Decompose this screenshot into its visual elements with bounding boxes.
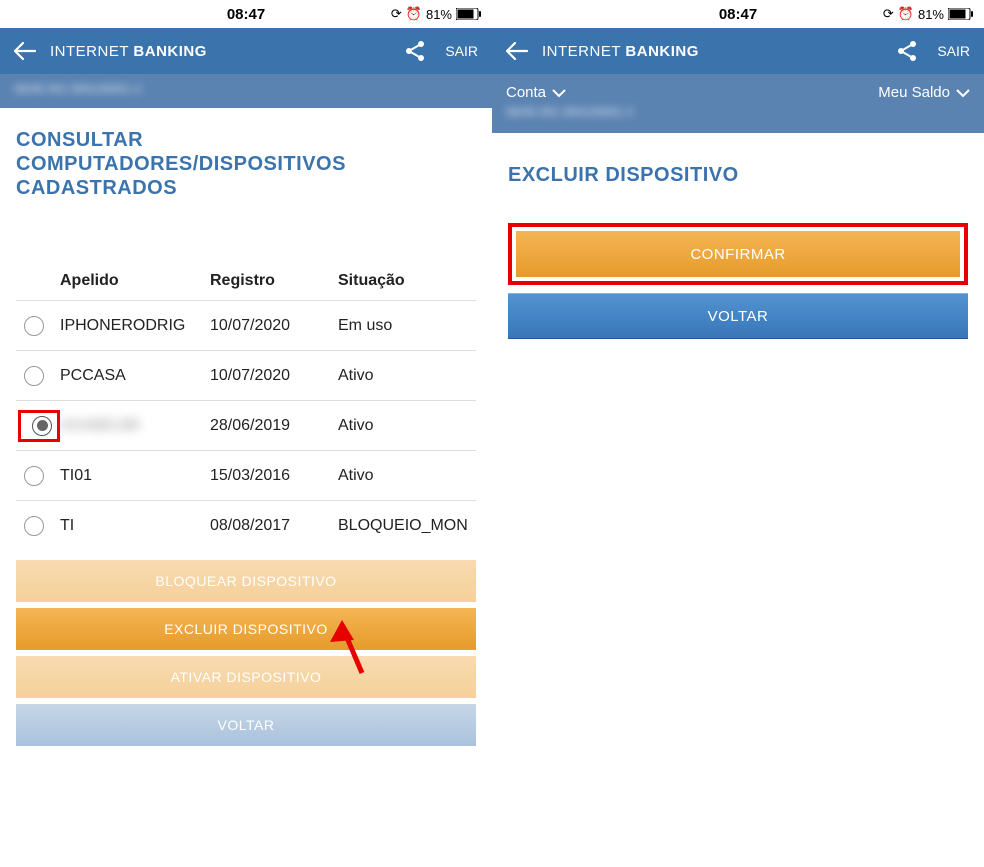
table-row[interactable]: PCCASA 10/07/2020 Ativo xyxy=(16,350,476,400)
radio-button[interactable] xyxy=(24,516,44,536)
confirmar-button[interactable]: CONFIRMAR xyxy=(516,231,960,277)
app-header: INTERNET BANKING SAIR xyxy=(0,28,492,74)
ativar-button[interactable]: ATIVAR DISPOSITIVO xyxy=(16,656,476,698)
cell-apelido: TI xyxy=(60,517,210,535)
cell-apelido: PCCASA xyxy=(60,367,210,385)
th-apelido: Apelido xyxy=(60,272,210,290)
cell-registro: 15/03/2016 xyxy=(210,467,338,485)
voltar-button[interactable]: VOLTAR xyxy=(508,293,968,339)
radio-button[interactable] xyxy=(24,466,44,486)
account-number: 06/45 001 000130001·2 xyxy=(14,82,141,96)
th-registro: Registro xyxy=(210,272,338,290)
radio-button[interactable] xyxy=(32,416,52,436)
balance-dropdown[interactable]: Meu Saldo xyxy=(878,84,970,101)
chevron-down-icon xyxy=(956,88,970,98)
lock-rotation-icon: ⟳ xyxy=(883,6,894,22)
lock-rotation-icon: ⟳ xyxy=(391,6,402,22)
status-bar: 08:47 ⟳ ⏰ 81% xyxy=(492,0,984,28)
account-number: 06/45 001 000130001·2 xyxy=(506,105,633,119)
cell-registro: 10/07/2020 xyxy=(210,317,338,335)
sair-link[interactable]: SAIR xyxy=(937,43,970,59)
header-title: INTERNET BANKING xyxy=(50,43,207,60)
cell-apelido: ASABEUBI xyxy=(60,417,210,435)
sub-header: Conta 06/45 001 000130001·2 Meu Saldo xyxy=(492,74,984,133)
excluir-button[interactable]: EXCLUIR DISPOSITIVO xyxy=(16,608,476,650)
table-row[interactable]: TI 08/08/2017 BLOQUEIO_MON xyxy=(16,500,476,550)
share-icon[interactable] xyxy=(895,39,919,63)
battery-percent: 81% xyxy=(918,7,944,22)
radio-highlight xyxy=(18,410,60,442)
th-situacao: Situação xyxy=(338,272,476,290)
cell-registro: 28/06/2019 xyxy=(210,417,338,435)
alarm-icon: ⏰ xyxy=(406,6,422,22)
table-header: Apelido Registro Situação xyxy=(16,260,476,300)
button-highlight: CONFIRMAR xyxy=(508,223,968,285)
table-row[interactable]: TI01 15/03/2016 Ativo xyxy=(16,450,476,500)
radio-button[interactable] xyxy=(24,366,44,386)
cell-registro: 10/07/2020 xyxy=(210,367,338,385)
back-icon[interactable] xyxy=(506,42,528,60)
status-time: 08:47 xyxy=(227,6,265,23)
status-bar: 08:47 ⟳ ⏰ 81% xyxy=(0,0,492,28)
account-dropdown[interactable]: Conta xyxy=(506,84,633,101)
table-row[interactable]: IPHONERODRIG 10/07/2020 Em uso xyxy=(16,300,476,350)
status-time: 08:47 xyxy=(719,6,757,23)
bloquear-button[interactable]: BLOQUEAR DISPOSITIVO xyxy=(16,560,476,602)
radio-button[interactable] xyxy=(24,316,44,336)
cell-situacao: Ativo xyxy=(338,417,476,435)
table-row[interactable]: ASABEUBI 28/06/2019 Ativo xyxy=(16,400,476,450)
back-icon[interactable] xyxy=(14,42,36,60)
cell-apelido: TI01 xyxy=(60,467,210,485)
cell-situacao: Em uso xyxy=(338,317,476,335)
cell-situacao: Ativo xyxy=(338,467,476,485)
battery-icon xyxy=(948,8,974,20)
cell-situacao: Ativo xyxy=(338,367,476,385)
arrow-annotation-icon xyxy=(312,618,372,678)
cell-apelido: IPHONERODRIG xyxy=(60,317,210,335)
header-title: INTERNET BANKING xyxy=(542,43,699,60)
sub-header: 06/45 001 000130001·2 xyxy=(0,74,492,108)
sair-link[interactable]: SAIR xyxy=(445,43,478,59)
battery-percent: 81% xyxy=(426,7,452,22)
voltar-button[interactable]: VOLTAR xyxy=(16,704,476,746)
alarm-icon: ⏰ xyxy=(898,6,914,22)
app-header: INTERNET BANKING SAIR xyxy=(492,28,984,74)
page-title: EXCLUIR DISPOSITIVO xyxy=(508,163,968,187)
chevron-down-icon xyxy=(552,88,566,98)
cell-situacao: BLOQUEIO_MON xyxy=(338,517,476,535)
battery-icon xyxy=(456,8,482,20)
share-icon[interactable] xyxy=(403,39,427,63)
page-title: CONSULTAR COMPUTADORES/DISPOSITIVOS CADA… xyxy=(16,128,476,200)
cell-registro: 08/08/2017 xyxy=(210,517,338,535)
